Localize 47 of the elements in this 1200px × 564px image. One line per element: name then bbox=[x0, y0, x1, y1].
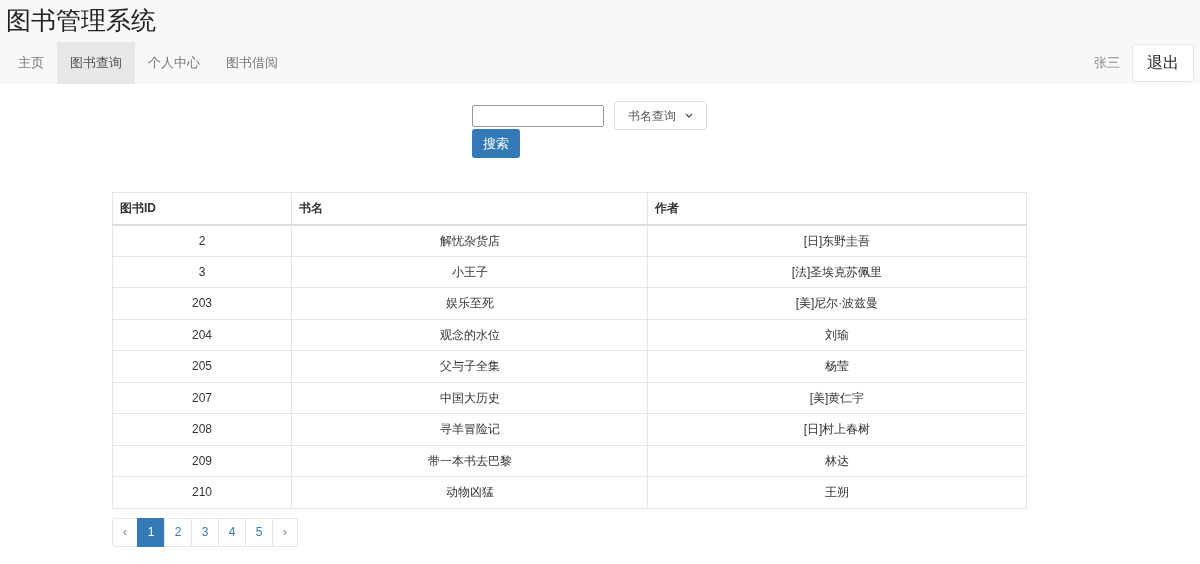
table-cell: 205 bbox=[112, 350, 292, 382]
table-cell: 林达 bbox=[647, 445, 1027, 477]
search-button[interactable]: 搜索 bbox=[472, 129, 520, 158]
table-cell: 刘瑜 bbox=[647, 319, 1027, 351]
table-cell: [法]圣埃克苏佩里 bbox=[647, 256, 1027, 288]
table-cell: 203 bbox=[112, 287, 292, 319]
user-name: 张三 bbox=[1094, 54, 1120, 73]
table-cell: 210 bbox=[112, 476, 292, 508]
page-link[interactable]: 2 bbox=[164, 517, 192, 547]
table-cell: [日]东野圭吾 bbox=[647, 224, 1027, 256]
table-cell: 父与子全集 bbox=[291, 350, 648, 382]
table-cell: 小王子 bbox=[291, 256, 648, 288]
column-header: 作者 bbox=[647, 192, 1027, 225]
search-field[interactable] bbox=[472, 104, 604, 127]
table-cell: 中国大历史 bbox=[291, 382, 648, 414]
table-cell: 寻羊冒险记 bbox=[291, 413, 648, 445]
table-cell: 带一本书去巴黎 bbox=[291, 445, 648, 477]
page-link[interactable]: 5 bbox=[245, 517, 273, 547]
column-header: 图书ID bbox=[112, 192, 292, 225]
nav-tab[interactable]: 图书查询 bbox=[57, 42, 135, 84]
table-cell: 3 bbox=[112, 256, 292, 288]
nav-tab[interactable]: 个人中心 bbox=[135, 42, 213, 84]
page-link[interactable]: 3 bbox=[191, 517, 219, 547]
table-cell: 动物凶猛 bbox=[291, 476, 648, 508]
table-cell: 207 bbox=[112, 382, 292, 414]
logout-button[interactable]: 退出 bbox=[1132, 44, 1194, 82]
table-cell: 204 bbox=[112, 319, 292, 351]
table-cell: 娱乐至死 bbox=[291, 287, 648, 319]
table-cell: 2 bbox=[112, 224, 292, 256]
next-page-link[interactable]: › bbox=[272, 517, 298, 547]
chevron-down-icon bbox=[685, 112, 693, 119]
table-cell: 解忧杂货店 bbox=[291, 224, 648, 256]
column-header: 书名 bbox=[291, 192, 648, 225]
table-cell: 杨莹 bbox=[647, 350, 1027, 382]
page-link[interactable]: 1 bbox=[137, 517, 165, 547]
search-type-select[interactable]: 书名查询 bbox=[614, 101, 707, 130]
nav-tab[interactable]: 主页 bbox=[5, 42, 57, 84]
table-cell: 209 bbox=[112, 445, 292, 477]
table-cell: 王朔 bbox=[647, 476, 1027, 508]
app-title: 图书管理系统 bbox=[5, 5, 157, 36]
table-cell: [美]尼尔·波兹曼 bbox=[647, 287, 1027, 319]
table-cell: [美]黄仁宇 bbox=[647, 382, 1027, 414]
page-link[interactable]: 4 bbox=[218, 517, 246, 547]
table-cell: 观念的水位 bbox=[291, 319, 648, 351]
nav-tab[interactable]: 图书借阅 bbox=[213, 42, 291, 84]
table-cell: 208 bbox=[112, 413, 292, 445]
table-cell: [日]村上春树 bbox=[647, 413, 1027, 445]
